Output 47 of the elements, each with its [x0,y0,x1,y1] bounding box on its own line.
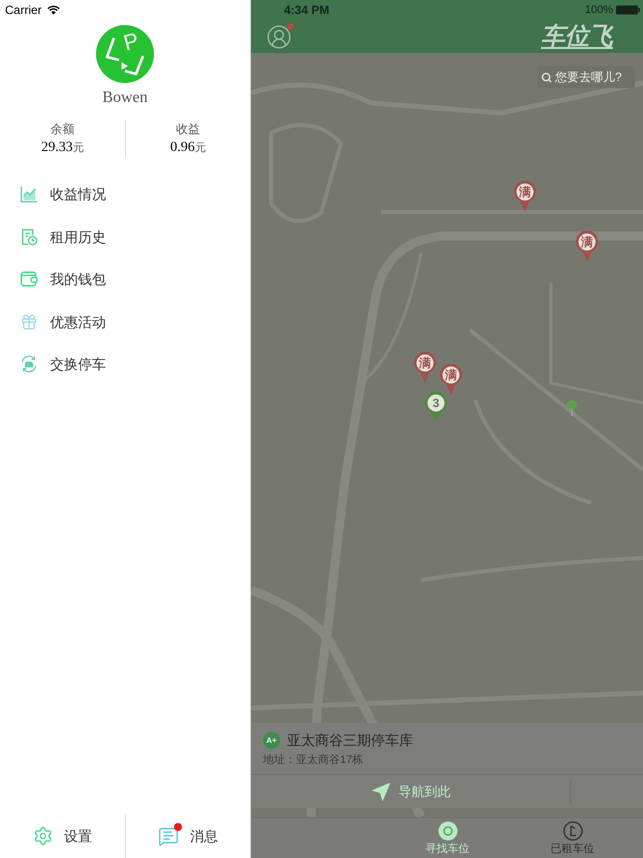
battery-icon [616,5,640,15]
clock-label: 4:34 PM [284,3,330,17]
map-marker-icon [567,400,577,416]
map-pin[interactable]: 满 [575,231,599,263]
search-field[interactable]: 您要去哪儿? [537,66,635,88]
gift-icon [20,312,38,331]
drawer-footer-button[interactable]: 设置 [33,826,92,846]
map-pin[interactable]: 3 [424,392,448,424]
menu-item[interactable]: 优惠活动 [0,300,250,343]
stat-label: 余额 [50,122,74,137]
settings-icon [33,826,53,846]
search-icon [541,72,552,82]
menu-item[interactable]: 租用历史 [0,216,250,258]
battery-percent: 100% [584,4,613,16]
navigation-arrow-icon [370,782,390,802]
area-chart-icon [20,185,38,204]
document-clock-icon [20,228,38,246]
car-swap-icon [20,355,38,374]
location-circle-icon [438,821,458,841]
user-icon [266,24,292,50]
tab[interactable]: 寻找车位 [385,818,510,858]
wifi-icon [46,5,60,15]
avatar-logo: P [96,25,154,83]
user-name: Bowen [102,89,148,107]
stat-value: 0.96 [170,140,195,156]
stat-unit: 元 [72,141,84,155]
menu-item[interactable]: 交换停车 [0,343,250,386]
place-address: 地址：亚太商谷17栋 [262,752,364,768]
map-pin[interactable]: 满 [413,352,437,384]
menu-item[interactable]: 收益情况 [0,173,250,216]
drawer-footer-button[interactable]: 消息 [158,826,218,846]
stat-label: 收益 [176,122,200,137]
menu-item[interactable]: 我的钱包 [0,258,250,300]
chat-bubble-icon [158,826,179,846]
rating-badge: A+ [263,732,280,748]
wallet-icon [20,270,38,288]
tab[interactable]: 已租车位 [510,818,635,858]
place-name: 亚太商谷三期停车库 [287,731,413,750]
stat-unit: 元 [194,141,206,155]
app-logo: 车位飞 [541,22,613,50]
map-pin[interactable]: 满 [439,364,463,396]
navigate-button[interactable]: 导航到此 [370,782,450,802]
profile-button[interactable] [266,24,292,50]
parking-spot-icon [562,821,582,841]
stat-value: 29.33 [41,140,73,156]
carrier-label: Carrier [5,3,42,17]
map-pin[interactable]: 满 [513,181,537,213]
